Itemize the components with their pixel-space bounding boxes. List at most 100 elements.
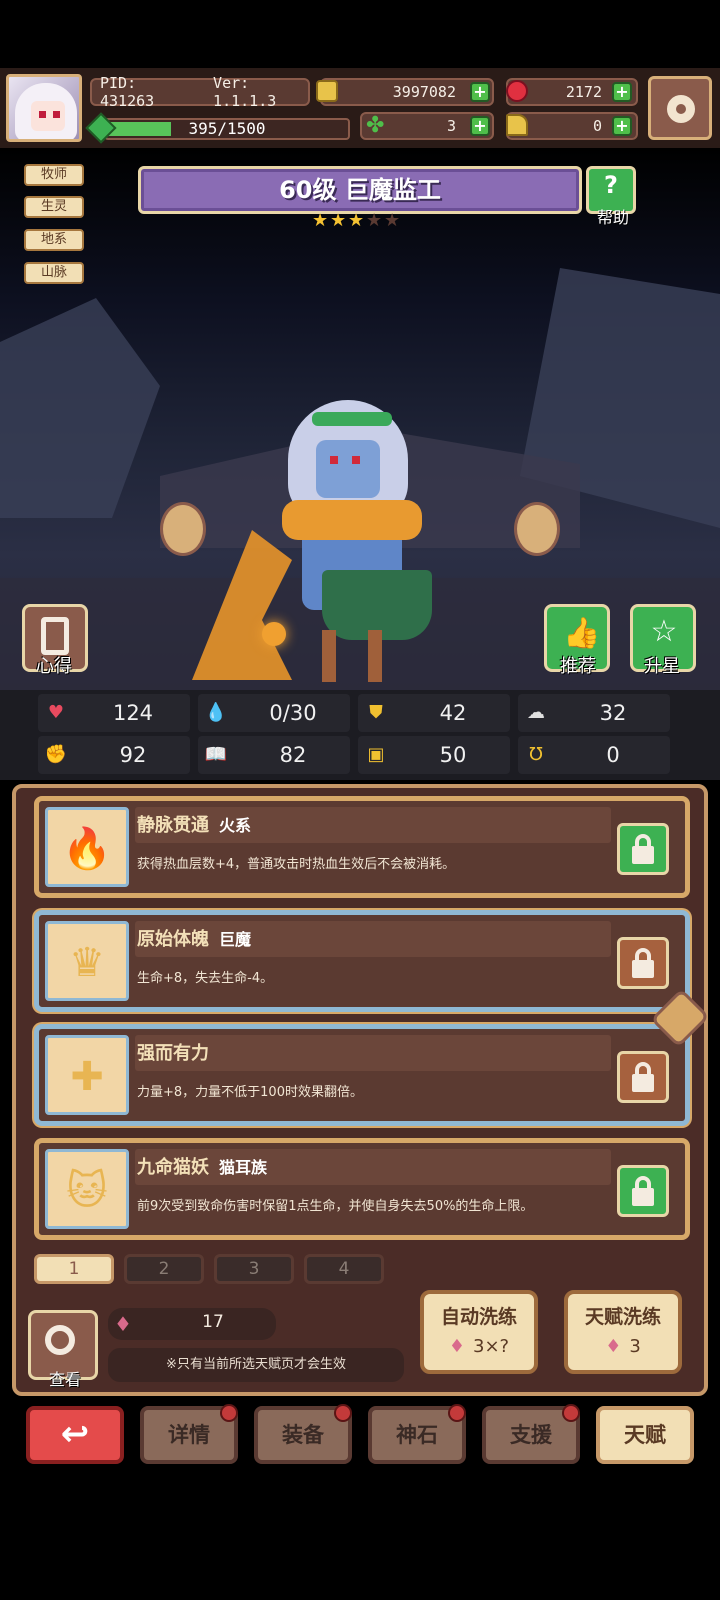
talent-tag: 巨魔 [219,930,252,949]
stat-heart: ♥ 124 [38,694,190,732]
talent-unlock-button[interactable] [617,937,669,989]
clover-amount: 3 [446,117,456,135]
pink-gem-icon: ♦ [448,1336,466,1357]
hero-title-banner: 60级 巨魔监工 [138,166,582,214]
help-label: 帮助 [596,208,629,227]
talent-card[interactable]: 🐱 九命猫妖 猫耳族 前9次受到致命伤害时保留1点生命，并使自身失去50%的生命上限。 [34,1138,690,1240]
hero-stats: ♥ 124 💧 0/30 ⛊ 42 ☁ 32 ✊ 92 📖 82 ▣ 50 Ʊ 0 [0,690,720,780]
talent-title: 原始体魄 巨魔 [137,925,251,951]
star-empty-icon: ★ [384,210,401,231]
notification-dot [562,1404,580,1422]
talent-tag: 火系 [219,816,252,835]
auto-reset-button[interactable]: 自动洗练 ♦ 3×? [420,1290,538,1374]
magnet-icon: Ʊ [529,744,543,765]
talent-page-tab-2[interactable]: 2 [124,1254,204,1284]
stat-value: 92 [119,743,147,767]
stat-magnet: Ʊ0 [518,736,670,774]
add-clover-button[interactable]: + [470,116,490,136]
trumpet-icon [506,114,528,136]
talent-page-tab-4[interactable]: 4 [304,1254,384,1284]
player-avatar[interactable] [6,74,82,142]
stat-value: 0/30 [269,701,317,725]
notification-dot [220,1404,238,1422]
stat-boot: ▣ 50 [358,736,510,774]
talent-name: 强而有力 [137,1043,209,1064]
talent-card[interactable]: ♛ 原始体魄 巨魔 生命+8，失去生命-4。 [34,910,690,1012]
talent-page-tab-1[interactable]: 1 [34,1254,114,1284]
auto-reset-cost-value: 3×? [473,1336,510,1357]
rune-token-left[interactable] [160,502,206,556]
talent-icon: ♛ [45,921,129,1001]
star-up-icon: ☆ [650,614,678,649]
game-version: Ver: 1.1.1.3 [213,74,277,110]
book-icon: 📖 [204,744,228,765]
talent-symbol: ✚ [70,1054,104,1100]
talent-tag: 猫耳族 [219,1158,268,1177]
star-filled-icon: ★ [330,210,347,231]
insight-label: 心得 [36,656,72,677]
talent-name: 静脉贯通 [137,815,209,836]
add-trumpet-button[interactable]: + [612,116,632,136]
pink-gem-icon: ♦ [605,1336,622,1357]
nav-equipment[interactable]: 装备 [254,1404,352,1464]
hero-face [316,440,380,498]
add-gold-button[interactable]: + [470,82,490,102]
talent-title: 静脉贯通 火系 [137,811,251,837]
gear-icon [667,95,695,123]
talent-name: 九命猫妖 [137,1157,209,1178]
nav-talent-label: 天赋 [624,1423,666,1447]
talent-page-note: ※只有当前所选天赋页才会生效 [108,1348,404,1382]
shield-icon: ⛊ [369,702,383,723]
nav-talent[interactable]: 天赋 [596,1406,694,1464]
upstar-label: 升星 [644,656,680,677]
nav-stone[interactable]: 神石 [368,1404,466,1464]
reset-gem-amount: 17 [202,1312,224,1332]
question-icon: ? [604,171,618,199]
tag-terrain: 山脉 [24,262,84,284]
trumpet-amount: 0 [592,117,602,135]
talent-description: 前9次受到致命伤害时保留1点生命，并使自身失去50%的生命上限。 [137,1199,534,1214]
notification-dot [448,1404,466,1422]
cave-rock [0,298,160,518]
stat-water-drop: 💧 0/30 [198,694,350,732]
talent-card[interactable]: 🔥 静脉贯通 火系 获得热血层数+4，普通攻击时热血生效后不会被消耗。 [34,796,690,898]
add-gems-button[interactable]: + [612,82,632,102]
tag-class: 牧师 [24,164,84,186]
talent-card[interactable]: ✚ 强而有力 力量+8，力量不低于100时效果翻倍。 [34,1024,690,1126]
stat-wing: ☁ 32 [518,694,670,732]
talent-title: 强而有力 [137,1039,219,1065]
talent-reset-cost-value: 3 [629,1336,641,1357]
hero-character[interactable] [192,400,462,682]
stat-value: 124 [112,701,154,725]
talent-unlock-button[interactable] [617,1051,669,1103]
back-button[interactable]: ↩ [26,1406,124,1464]
talent-lock-button[interactable] [617,823,669,875]
recommend-label: 推荐 [560,656,596,677]
hero-eye [352,456,360,464]
talent-symbol: ♛ [69,940,105,986]
talent-reset-button[interactable]: 天赋洗练 ♦ 3 [564,1290,682,1374]
notification-dot [334,1404,352,1422]
star-filled-icon: ★ [312,210,329,231]
rune-token-right[interactable] [514,502,560,556]
nav-details[interactable]: 详情 [140,1404,238,1464]
talent-lock-button[interactable] [617,1165,669,1217]
nav-support-label: 支援 [510,1423,552,1447]
nav-equipment-label: 装备 [282,1423,324,1447]
gold-amount: 3997082 [392,83,456,101]
auto-reset-cost: ♦ 3×? [424,1336,534,1357]
hero-eye [330,456,338,464]
auto-reset-label: 自动洗练 [440,1306,517,1328]
wing-icon: ☁ [527,702,545,723]
tag-race: 生灵 [24,196,84,218]
scroll-icon [41,617,69,655]
talent-page-tab-3[interactable]: 3 [214,1254,294,1284]
talent-icon: 🔥 [45,807,129,887]
water-drop-icon: 💧 [204,702,228,723]
stat-value: 50 [439,743,467,767]
avatar-eye [53,111,60,118]
settings-button[interactable] [648,76,712,140]
heart-icon: ♥ [47,702,65,723]
nav-support[interactable]: 支援 [482,1404,580,1464]
lock-body [632,960,654,978]
